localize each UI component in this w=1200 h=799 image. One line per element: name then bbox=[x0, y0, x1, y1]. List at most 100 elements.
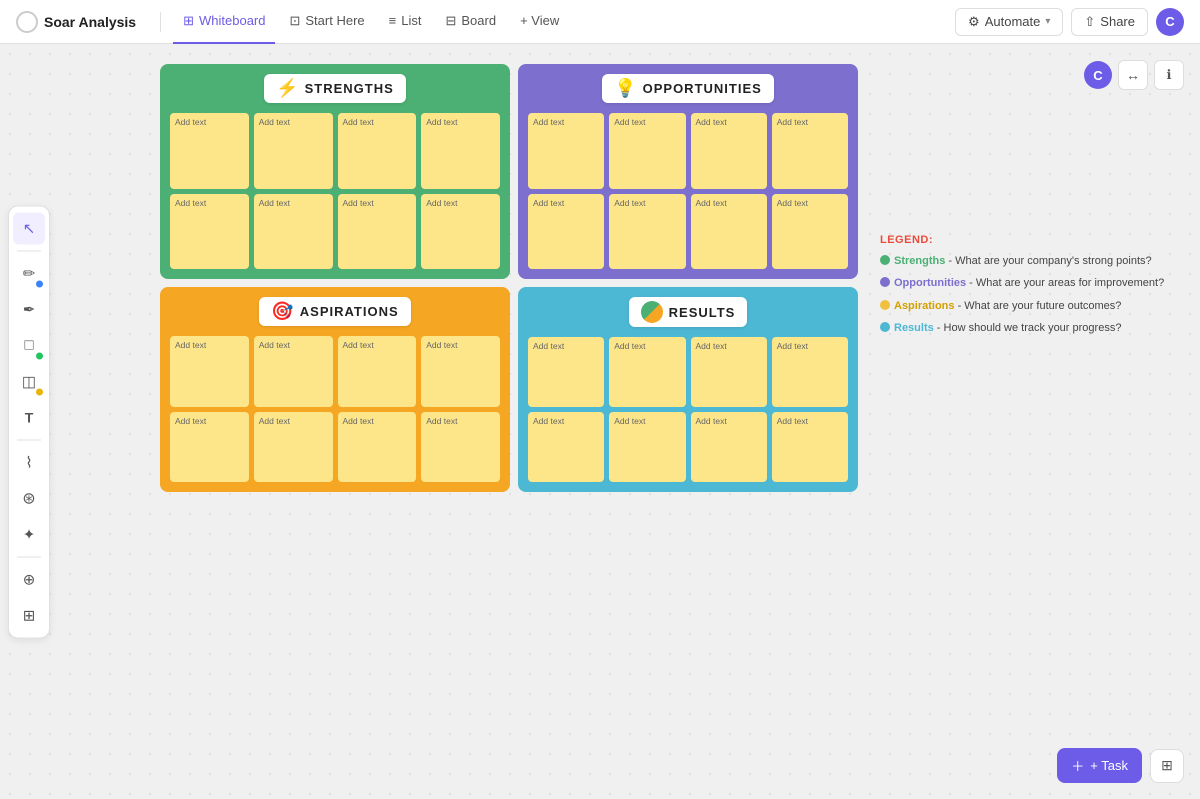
note-text: Add text bbox=[426, 198, 495, 208]
tool-pen-sparkle[interactable]: ✏ bbox=[13, 257, 45, 289]
sticky-note[interactable]: Add text bbox=[170, 194, 249, 270]
tab-board[interactable]: ⊟ Board bbox=[435, 0, 506, 44]
aspirations-grid: Add text Add text Add text Add text Add … bbox=[170, 336, 500, 482]
image-icon: ⊞ bbox=[23, 606, 36, 624]
sticky-note[interactable]: Add text bbox=[254, 194, 333, 270]
note-text: Add text bbox=[614, 198, 680, 208]
sticky-note[interactable]: Add text bbox=[772, 113, 848, 189]
sticky-note[interactable]: Add text bbox=[772, 337, 848, 407]
tool-connect[interactable]: ⊛ bbox=[13, 482, 45, 514]
sticky-note[interactable]: Add text bbox=[691, 337, 767, 407]
tab-view[interactable]: + View bbox=[510, 0, 569, 44]
note-text: Add text bbox=[777, 198, 843, 208]
sticky-note[interactable]: Add text bbox=[254, 412, 333, 483]
note-text: Add text bbox=[696, 341, 762, 351]
tab-start-here-label: Start Here bbox=[305, 13, 364, 28]
tool-pen2[interactable]: ⌇ bbox=[13, 446, 45, 478]
toolbar-separator-2 bbox=[17, 439, 41, 440]
legend-dot-yellow bbox=[880, 300, 890, 310]
user-avatar-canvas[interactable]: C bbox=[1084, 61, 1112, 89]
results-quadrant: RESULTS Add text Add text Add text Add t… bbox=[518, 287, 858, 492]
sticky-note[interactable]: Add text bbox=[772, 412, 848, 482]
tool-globe[interactable]: ⊕ bbox=[13, 563, 45, 595]
sticky-note[interactable]: Add text bbox=[338, 336, 417, 407]
sticky-note[interactable]: Add text bbox=[691, 113, 767, 189]
fit-screen-button[interactable]: ↔ bbox=[1118, 60, 1148, 90]
task-plus-icon: ＋ bbox=[1071, 756, 1084, 775]
sticky-note[interactable]: Add text bbox=[170, 412, 249, 483]
sticky-note[interactable]: Add text bbox=[609, 113, 685, 189]
note-text: Add text bbox=[343, 117, 412, 127]
sticky-note[interactable]: Add text bbox=[254, 336, 333, 407]
tool-magic[interactable]: ✦ bbox=[13, 518, 45, 550]
start-here-icon: ⊡ bbox=[289, 13, 300, 29]
canvas[interactable]: ↖ ✏ ✒ □ ◫ T ⌇ ⊛ ✦ ⊕ bbox=[0, 44, 1200, 799]
bottom-right-controls: ＋ + Task ⊞ bbox=[1057, 748, 1184, 783]
note-text: Add text bbox=[259, 416, 328, 426]
tab-whiteboard[interactable]: ⊞ Whiteboard bbox=[173, 0, 275, 44]
sticky-note[interactable]: Add text bbox=[528, 412, 604, 482]
sticky-note[interactable]: Add text bbox=[421, 412, 500, 483]
sticky-note[interactable]: Add text bbox=[170, 113, 249, 189]
note-text: Add text bbox=[426, 117, 495, 127]
note-text: Add text bbox=[777, 117, 843, 127]
automate-button[interactable]: ⚙ Automate ▾ bbox=[955, 8, 1063, 36]
tool-cursor[interactable]: ↖ bbox=[13, 212, 45, 244]
note-text: Add text bbox=[696, 198, 762, 208]
tab-list[interactable]: ≡ List bbox=[379, 0, 432, 44]
aspirations-header: 🎯 ASPIRATIONS bbox=[259, 297, 410, 326]
legend-desc-results: - How should we track your progress? bbox=[934, 322, 1122, 334]
sticky-note[interactable]: Add text bbox=[528, 194, 604, 270]
note-text: Add text bbox=[777, 416, 843, 426]
avatar[interactable]: C bbox=[1156, 8, 1184, 36]
sticky-note[interactable]: Add text bbox=[528, 337, 604, 407]
automate-chevron-icon: ▾ bbox=[1045, 16, 1050, 27]
tab-start-here[interactable]: ⊡ Start Here bbox=[279, 0, 374, 44]
toolbar-separator-3 bbox=[17, 556, 41, 557]
text-icon: T bbox=[25, 409, 34, 425]
task-button[interactable]: ＋ + Task bbox=[1057, 748, 1142, 783]
sticky-note[interactable]: Add text bbox=[609, 412, 685, 482]
sticky-note[interactable]: Add text bbox=[772, 194, 848, 270]
shape-icon: □ bbox=[24, 337, 33, 354]
tool-image[interactable]: ⊞ bbox=[13, 599, 45, 631]
tool-note[interactable]: ◫ bbox=[13, 365, 45, 397]
sticky-note[interactable]: Add text bbox=[338, 113, 417, 189]
aspirations-title: ASPIRATIONS bbox=[300, 304, 399, 319]
sticky-note[interactable]: Add text bbox=[691, 412, 767, 482]
sticky-note[interactable]: Add text bbox=[338, 412, 417, 483]
strengths-grid: Add text Add text Add text Add text Add … bbox=[170, 113, 500, 269]
legend-label-results: Results bbox=[894, 322, 934, 334]
legend-item-results: Results - How should we track your progr… bbox=[880, 321, 1164, 336]
board-icon: ⊟ bbox=[445, 13, 456, 29]
sticky-note[interactable]: Add text bbox=[609, 194, 685, 270]
note-text: Add text bbox=[533, 198, 599, 208]
sticky-note[interactable]: Add text bbox=[421, 113, 500, 189]
legend-strengths-text: Strengths - What are your company's stro… bbox=[894, 254, 1152, 269]
share-icon: ⇧ bbox=[1084, 14, 1095, 30]
info-button[interactable]: ℹ bbox=[1154, 60, 1184, 90]
shape-dot-green bbox=[36, 352, 43, 359]
sticky-note[interactable]: Add text bbox=[691, 194, 767, 270]
sticky-note[interactable]: Add text bbox=[170, 336, 249, 407]
sticky-note[interactable]: Add text bbox=[338, 194, 417, 270]
strengths-quadrant: ⚡ STRENGTHS Add text Add text Add text A… bbox=[160, 64, 510, 279]
sticky-note[interactable]: Add text bbox=[609, 337, 685, 407]
sticky-note[interactable]: Add text bbox=[528, 113, 604, 189]
grid-view-button[interactable]: ⊞ bbox=[1150, 749, 1184, 783]
results-icon bbox=[641, 301, 663, 323]
top-navigation: Soar Analysis ⊞ Whiteboard ⊡ Start Here … bbox=[0, 0, 1200, 44]
sticky-note[interactable]: Add text bbox=[421, 336, 500, 407]
soar-board: ⚡ STRENGTHS Add text Add text Add text A… bbox=[160, 64, 858, 492]
tool-marker[interactable]: ✒ bbox=[13, 293, 45, 325]
results-title: RESULTS bbox=[669, 305, 736, 320]
sticky-note[interactable]: Add text bbox=[421, 194, 500, 270]
globe-icon: ⊕ bbox=[23, 570, 36, 588]
tool-shape[interactable]: □ bbox=[13, 329, 45, 361]
note-text: Add text bbox=[343, 198, 412, 208]
note-text: Add text bbox=[175, 198, 244, 208]
tool-text[interactable]: T bbox=[13, 401, 45, 433]
results-grid: Add text Add text Add text Add text Add … bbox=[528, 337, 848, 482]
share-button[interactable]: ⇧ Share bbox=[1071, 8, 1148, 36]
sticky-note[interactable]: Add text bbox=[254, 113, 333, 189]
